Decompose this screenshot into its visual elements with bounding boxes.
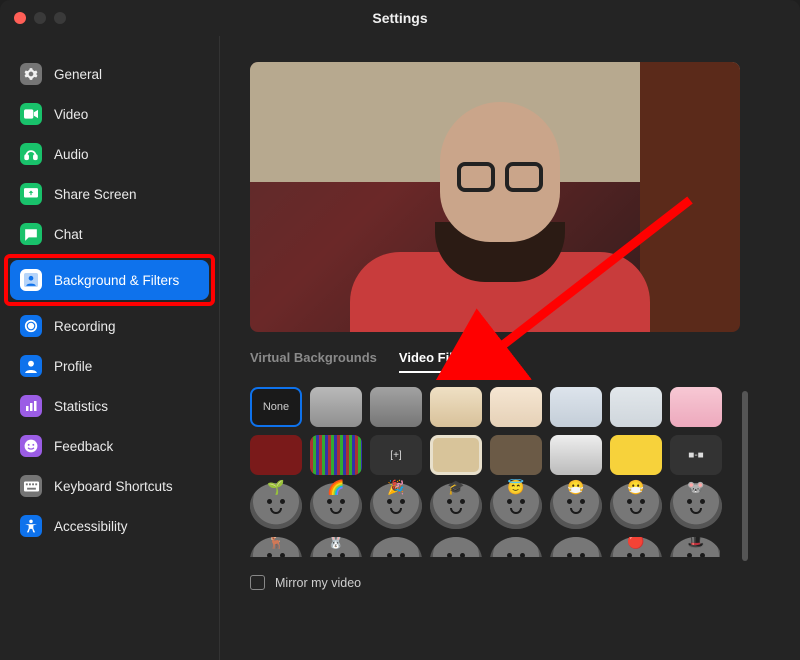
titlebar: Settings (0, 0, 800, 36)
sidebar-item-label: Recording (54, 319, 116, 334)
avatar-mouse[interactable]: 🐭 (670, 483, 722, 529)
avatar-plain4[interactable] (550, 537, 602, 557)
sidebar-item-chat[interactable]: Chat (10, 214, 209, 254)
video-icon (20, 103, 42, 125)
mirror-video-checkbox[interactable] (250, 575, 265, 590)
avatar-surgical-mask[interactable]: 😷 (550, 483, 602, 529)
avatar-beret-accessory: 🔴 (610, 537, 662, 550)
avatar-rainbow[interactable]: 🌈 (310, 483, 362, 529)
sidebar-item-label: Statistics (54, 399, 108, 414)
avatar-beret[interactable]: 🔴 (610, 537, 662, 557)
avatar-plain3[interactable] (490, 537, 542, 557)
sidebar-item-statistics[interactable]: Statistics (10, 386, 209, 426)
filter-tv-bars[interactable] (310, 435, 362, 475)
filter-grid: None[+]■-■🌱🌈🎉🎓😇😷😷🐭🦌🐰🔴🎩 (250, 387, 720, 565)
avatar-antlers-accessory: 🦌 (250, 537, 302, 550)
annotation-highlight: Background & Filters (4, 254, 215, 306)
avatar-rainbow-accessory: 🌈 (310, 479, 362, 496)
avatar-face-mask[interactable]: 😷 (610, 483, 662, 529)
sidebar-item-label: Profile (54, 359, 92, 374)
filter-dealwithit[interactable]: ■-■ (670, 435, 722, 475)
filter-theater[interactable] (250, 435, 302, 475)
feedback-icon (20, 435, 42, 457)
avatar-face-mask-accessory: 😷 (610, 479, 662, 496)
sidebar-item-profile[interactable]: Profile (10, 346, 209, 386)
video-preview (250, 62, 740, 332)
background-filters-icon (20, 269, 42, 291)
settings-sidebar: General Video Audio Share Screen Chat Backgro… (0, 36, 220, 660)
avatar-bunny[interactable]: 🐰 (310, 537, 362, 557)
avatar-antlers[interactable]: 🦌 (250, 537, 302, 557)
keyboard-icon (20, 475, 42, 497)
filter-vintage-tv[interactable] (490, 435, 542, 475)
scrollbar[interactable] (742, 391, 748, 561)
sidebar-item-background-filters[interactable]: Background & Filters (10, 260, 209, 300)
avatar-halo[interactable]: 😇 (490, 483, 542, 529)
mirror-video-label: Mirror my video (275, 576, 361, 590)
filter-warm-2[interactable] (490, 387, 542, 427)
window-title: Settings (0, 10, 800, 26)
filter-none-label: None (263, 401, 289, 413)
filter-pink[interactable] (670, 387, 722, 427)
filter-cool-1[interactable] (550, 387, 602, 427)
avatar-grad-accessory: 🎓 (430, 479, 482, 496)
tab-virtual-backgrounds[interactable]: Virtual Backgrounds (250, 350, 377, 373)
sidebar-item-audio[interactable]: Audio (10, 134, 209, 174)
statistics-icon (20, 395, 42, 417)
filter-bw[interactable] (550, 435, 602, 475)
audio-icon (20, 143, 42, 165)
chat-icon (20, 223, 42, 245)
recording-icon (20, 315, 42, 337)
content-pane: Virtual Backgrounds Video Filters None [+]… (220, 36, 800, 660)
filter-emoji-frame[interactable] (610, 435, 662, 475)
avatar-party[interactable]: 🎉 (370, 483, 422, 529)
filter-gray-light[interactable] (310, 387, 362, 427)
avatar-surgical-mask-accessory: 😷 (550, 479, 602, 496)
share-screen-icon (20, 183, 42, 205)
sidebar-item-label: Audio (54, 147, 89, 162)
sidebar-item-accessibility[interactable]: Accessibility (10, 506, 209, 546)
avatar-halo-accessory: 😇 (490, 479, 542, 496)
filter-gray-dark[interactable] (370, 387, 422, 427)
avatar-sprout-accessory: 🌱 (250, 479, 302, 496)
filter-warm-1[interactable] (430, 387, 482, 427)
sidebar-item-label: General (54, 67, 102, 82)
sidebar-item-keyboard-shortcuts[interactable]: Keyboard Shortcuts (10, 466, 209, 506)
sidebar-item-label: Background & Filters (54, 273, 179, 288)
avatar-hat-accessory: 🎩 (670, 537, 720, 550)
filter-none[interactable]: None (250, 387, 302, 427)
sidebar-item-share-screen[interactable]: Share Screen (10, 174, 209, 214)
sidebar-item-label: Share Screen (54, 187, 137, 202)
filter-sepia[interactable] (430, 435, 482, 475)
sidebar-item-label: Feedback (54, 439, 113, 454)
accessibility-icon (20, 515, 42, 537)
gear-icon (20, 63, 42, 85)
avatar-plain[interactable] (370, 537, 422, 557)
avatar-party-accessory: 🎉 (370, 479, 422, 496)
avatar-bunny-accessory: 🐰 (310, 537, 362, 550)
sidebar-item-label: Video (54, 107, 88, 122)
sidebar-item-label: Chat (54, 227, 83, 242)
avatar-hat[interactable]: 🎩 (670, 537, 720, 557)
sidebar-item-feedback[interactable]: Feedback (10, 426, 209, 466)
sidebar-item-label: Keyboard Shortcuts (54, 479, 173, 494)
sidebar-item-video[interactable]: Video (10, 94, 209, 134)
filter-cool-2[interactable] (610, 387, 662, 427)
avatar-grad[interactable]: 🎓 (430, 483, 482, 529)
sidebar-item-label: Accessibility (54, 519, 128, 534)
sidebar-item-general[interactable]: General (10, 54, 209, 94)
mirror-video-row[interactable]: Mirror my video (250, 575, 782, 590)
tab-video-filters[interactable]: Video Filters (399, 350, 477, 373)
filter-frame[interactable]: [+] (370, 435, 422, 475)
avatar-plain2[interactable] (430, 537, 482, 557)
profile-icon (20, 355, 42, 377)
sidebar-item-recording[interactable]: Recording (10, 306, 209, 346)
avatar-mouse-accessory: 🐭 (670, 479, 722, 496)
avatar-sprout[interactable]: 🌱 (250, 483, 302, 529)
filter-tabs: Virtual Backgrounds Video Filters (250, 350, 782, 373)
